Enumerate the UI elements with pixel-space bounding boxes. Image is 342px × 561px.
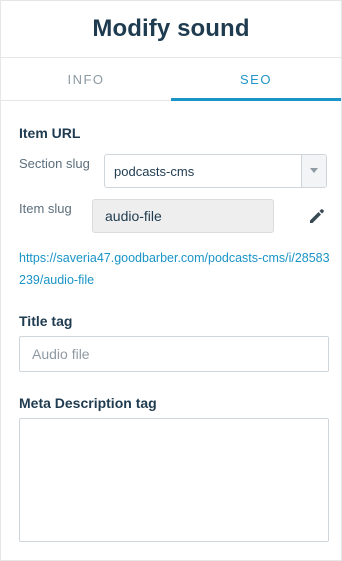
item-slug-row: Item slug audio-file	[19, 199, 328, 233]
seo-content: Item URL Section slug podcasts-cms Item …	[1, 101, 341, 542]
pencil-icon[interactable]	[306, 205, 328, 227]
item-url-heading: Item URL	[19, 125, 81, 141]
section-slug-row: Section slug podcasts-cms	[19, 154, 328, 188]
meta-description-label: Meta Description tag	[19, 395, 157, 411]
section-slug-label: Section slug	[19, 156, 90, 171]
item-slug-wrap: audio-file	[92, 199, 328, 233]
meta-description-textarea[interactable]	[19, 418, 329, 542]
tab-info[interactable]: INFO	[1, 58, 171, 100]
item-slug-label: Item slug	[19, 201, 72, 216]
item-url-link[interactable]: https://saveria47.goodbarber.com/podcast…	[19, 247, 331, 291]
title-tag-label: Title tag	[19, 313, 73, 329]
caret-down-icon[interactable]	[301, 155, 326, 187]
section-slug-select[interactable]: podcasts-cms	[104, 154, 327, 188]
section-slug-value: podcasts-cms	[114, 163, 195, 179]
item-slug-field: audio-file	[92, 199, 274, 233]
panel-header: Modify sound	[1, 1, 341, 57]
page-title: Modify sound	[92, 15, 250, 42]
title-tag-input[interactable]	[19, 336, 329, 372]
tab-bar: INFO SEO	[1, 57, 341, 101]
modify-sound-panel: Modify sound INFO SEO Item URL Section s…	[0, 0, 342, 561]
tab-seo[interactable]: SEO	[171, 58, 341, 101]
